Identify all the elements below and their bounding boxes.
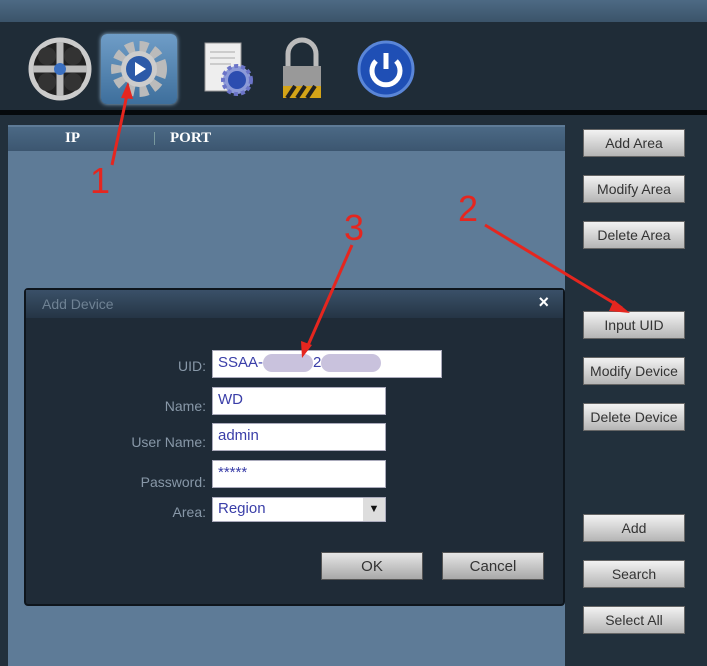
annotation-step-3: 3 <box>344 207 365 248</box>
annotation-step-1: 1 <box>90 160 111 201</box>
annotation-step-2: 2 <box>458 188 479 229</box>
annotation-arrows <box>110 82 630 358</box>
